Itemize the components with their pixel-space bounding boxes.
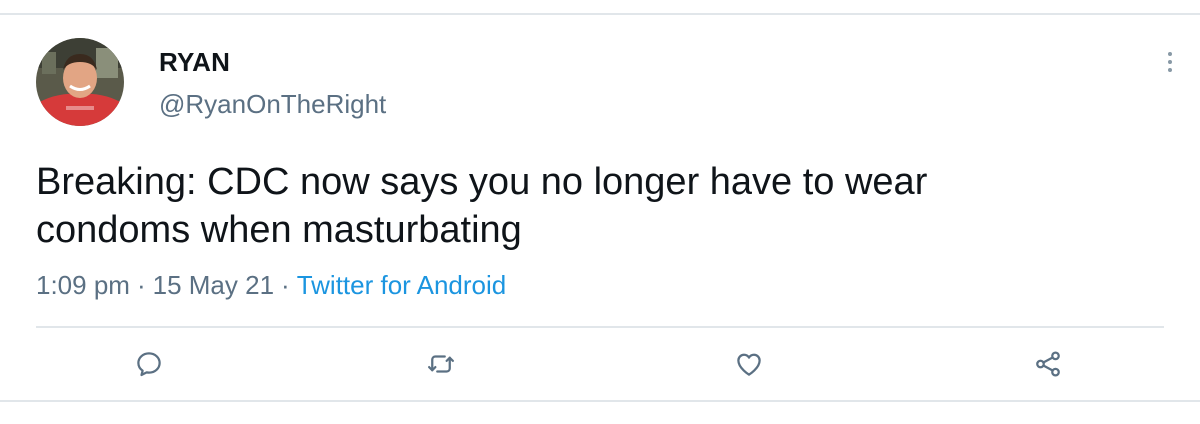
share-button[interactable] [1030,346,1066,382]
author-display-name[interactable]: RYAN [159,47,230,77]
bottom-divider [0,400,1200,402]
meta-separator: · [136,270,146,300]
avatar[interactable] [36,38,124,126]
tweet-text: Breaking: CDC now says you no longer hav… [36,158,1136,254]
share-icon [1036,351,1060,377]
author-handle[interactable]: @RyanOnTheRight [159,89,386,119]
profile-photo-icon [36,38,124,126]
reply-button[interactable] [131,346,167,382]
tweet-date[interactable]: 15 May 21 [153,270,274,300]
tweet-time[interactable]: 1:09 pm [36,270,130,300]
more-options-button[interactable] [1152,44,1188,80]
tweet-text-line: Breaking: CDC now says you no longer hav… [36,161,928,203]
reply-icon [137,352,161,377]
meta-separator: · [281,270,290,300]
tweet-metadata: 1:09 pm · 15 May 21 · Twitter for Android [36,269,506,301]
action-divider [36,326,1164,328]
top-divider [0,13,1200,15]
vertical-ellipsis-icon [1168,52,1172,72]
retweet-button[interactable] [423,346,459,382]
retweet-icon [428,355,454,373]
tweet-source-link[interactable]: Twitter for Android [297,270,507,300]
like-icon [737,353,761,376]
like-button[interactable] [731,346,767,382]
tweet-text-line: condoms when masturbating [36,209,522,251]
